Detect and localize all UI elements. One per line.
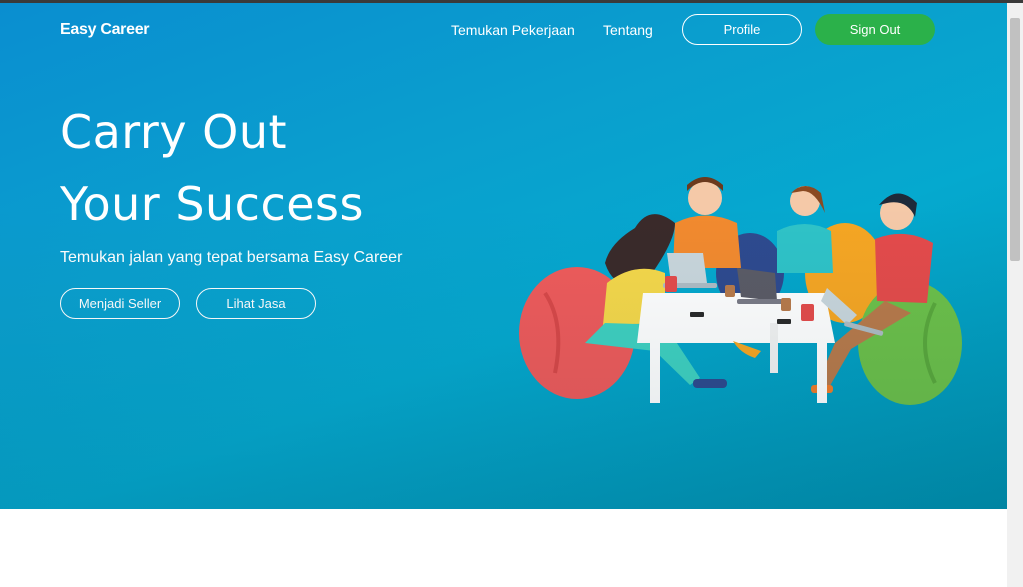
seller-button[interactable]: Menjadi Seller (60, 288, 180, 319)
scrollbar-thumb[interactable] (1010, 18, 1020, 261)
team-working-illustration-icon (519, 177, 962, 405)
brand-logo[interactable]: Easy Career (60, 21, 150, 39)
services-button[interactable]: Lihat Jasa (196, 288, 316, 319)
sign-out-button[interactable]: Sign Out (815, 14, 935, 45)
page-scrollbar[interactable] (1007, 3, 1023, 587)
nav-link-temukan-pekerjaan[interactable]: Temukan Pekerjaan (451, 22, 575, 38)
nav-link-tentang[interactable]: Tentang (603, 22, 653, 38)
hero-headline-line1: Carry Out (60, 105, 288, 159)
hero-subtitle: Temukan jalan yang tepat bersama Easy Ca… (60, 249, 403, 266)
hero-section: Easy Career Temukan Pekerjaan Tentang Pr… (0, 3, 1007, 509)
hero-headline-line2: Your Success (60, 177, 364, 231)
profile-button[interactable]: Profile (682, 14, 802, 45)
